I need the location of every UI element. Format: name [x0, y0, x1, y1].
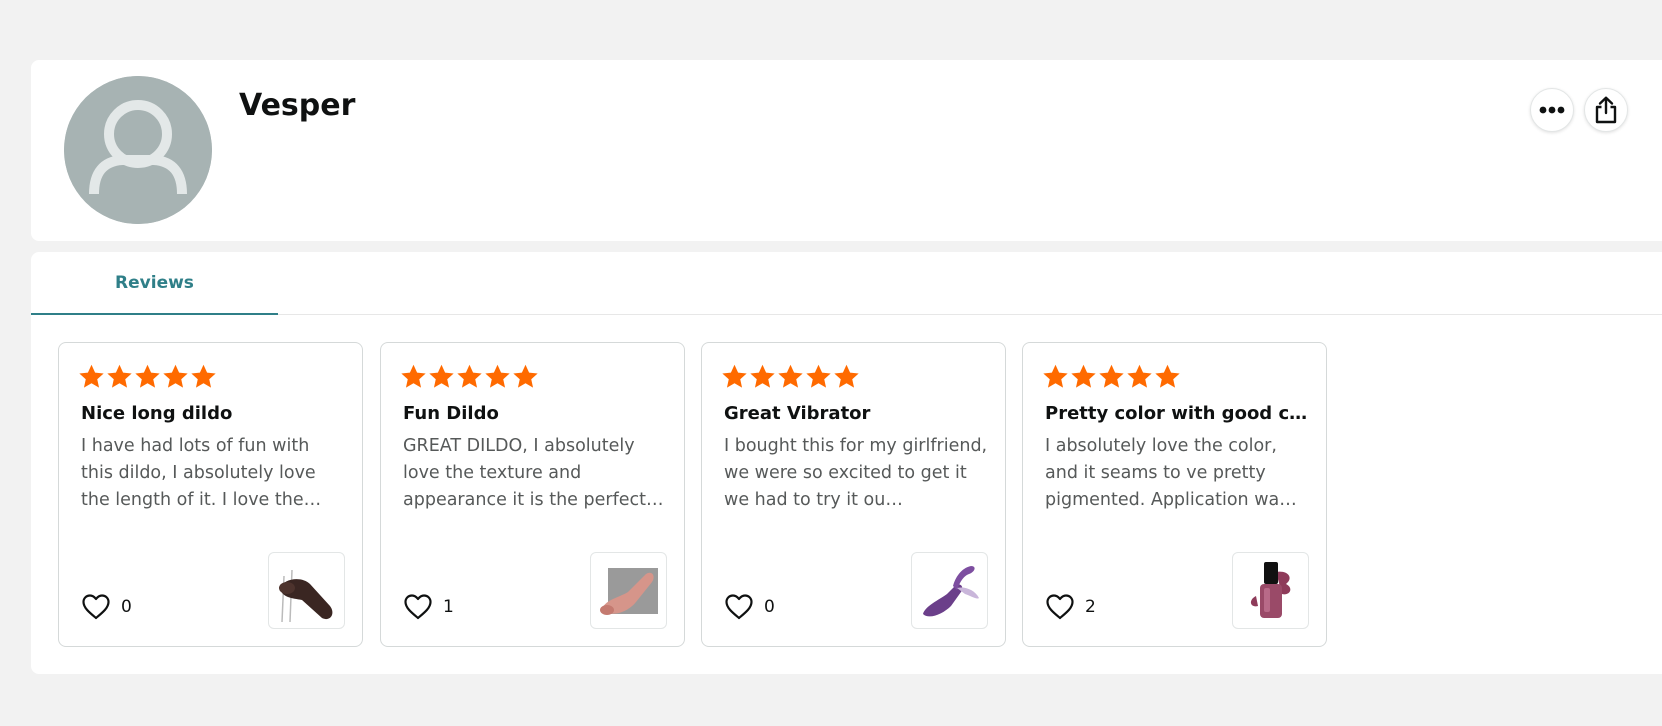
star-icon	[79, 364, 104, 388]
star-icon	[401, 364, 426, 388]
review-card[interactable]: Great Vibrator I bought this for my girl…	[701, 342, 1006, 647]
star-icon	[485, 364, 510, 388]
like-count: 0	[764, 597, 775, 617]
heart-icon	[404, 594, 432, 620]
review-card[interactable]: Fun Dildo GREAT DILDO, I absolutely love…	[380, 342, 685, 647]
heart-icon	[1046, 594, 1074, 620]
review-title: Nice long dildo	[81, 403, 233, 424]
review-body: I bought this for my girlfriend, we were…	[724, 436, 988, 510]
review-body: GREAT DILDO, I absolutely love the textu…	[403, 436, 664, 510]
star-icon	[1099, 364, 1124, 388]
star-icon	[429, 364, 454, 388]
star-icon	[513, 364, 538, 388]
star-rating	[1042, 363, 1181, 390]
like-button[interactable]: 2	[1045, 593, 1096, 621]
share-button[interactable]	[1584, 88, 1628, 132]
nail-polish-image	[1250, 561, 1290, 618]
star-icon	[1071, 364, 1096, 388]
star-icon	[722, 364, 747, 388]
star-icon	[1127, 364, 1152, 388]
product-thumbnail[interactable]	[590, 552, 667, 629]
product-thumbnail[interactable]	[1232, 552, 1309, 629]
purple-vibrator-image	[922, 565, 979, 616]
heart-icon	[725, 594, 753, 620]
star-icon	[191, 364, 216, 388]
share-icon	[1595, 96, 1617, 124]
more-options-button[interactable]	[1530, 88, 1574, 132]
star-icon	[1155, 364, 1180, 388]
like-count: 1	[443, 597, 454, 617]
review-title: Fun Dildo	[403, 403, 499, 424]
review-card[interactable]: Pretty color with good c… I absolutely l…	[1022, 342, 1327, 647]
like-button[interactable]: 0	[724, 593, 775, 621]
heart-icon	[82, 594, 110, 620]
star-icon	[806, 364, 831, 388]
star-icon	[135, 364, 160, 388]
avatar	[64, 76, 212, 224]
product-thumbnail[interactable]	[268, 552, 345, 629]
tab-bar: Reviews	[31, 252, 1662, 315]
product-thumbnail[interactable]	[911, 552, 988, 629]
star-icon	[107, 364, 132, 388]
tab-reviews[interactable]: Reviews	[31, 252, 278, 315]
review-title: Great Vibrator	[724, 403, 871, 424]
star-icon	[750, 364, 775, 388]
pink-toy-image	[599, 567, 658, 615]
like-button[interactable]: 0	[81, 593, 132, 621]
profile-card: Vesper	[31, 60, 1662, 241]
like-count: 2	[1085, 597, 1096, 617]
star-icon	[778, 364, 803, 388]
star-icon	[1043, 364, 1068, 388]
star-icon	[457, 364, 482, 388]
star-rating	[400, 363, 539, 390]
profile-name: Vesper	[239, 88, 356, 123]
review-title: Pretty color with good c…	[1045, 403, 1308, 424]
reviews-section: Reviews Nice long dildo I have had lots …	[31, 252, 1662, 674]
like-count: 0	[121, 597, 132, 617]
star-icon	[163, 364, 188, 388]
star-icon	[834, 364, 859, 388]
like-button[interactable]: 1	[403, 593, 454, 621]
more-horizontal-icon	[1539, 106, 1565, 114]
star-rating	[78, 363, 217, 390]
review-body: I absolutely love the color, and it seam…	[1045, 436, 1297, 510]
review-body: I have had lots of fun with this dildo, …	[81, 436, 322, 510]
star-rating	[721, 363, 860, 390]
review-card[interactable]: Nice long dildo I have had lots of fun w…	[58, 342, 363, 647]
dark-toy-image	[278, 569, 332, 622]
default-user-avatar-icon	[64, 76, 212, 224]
